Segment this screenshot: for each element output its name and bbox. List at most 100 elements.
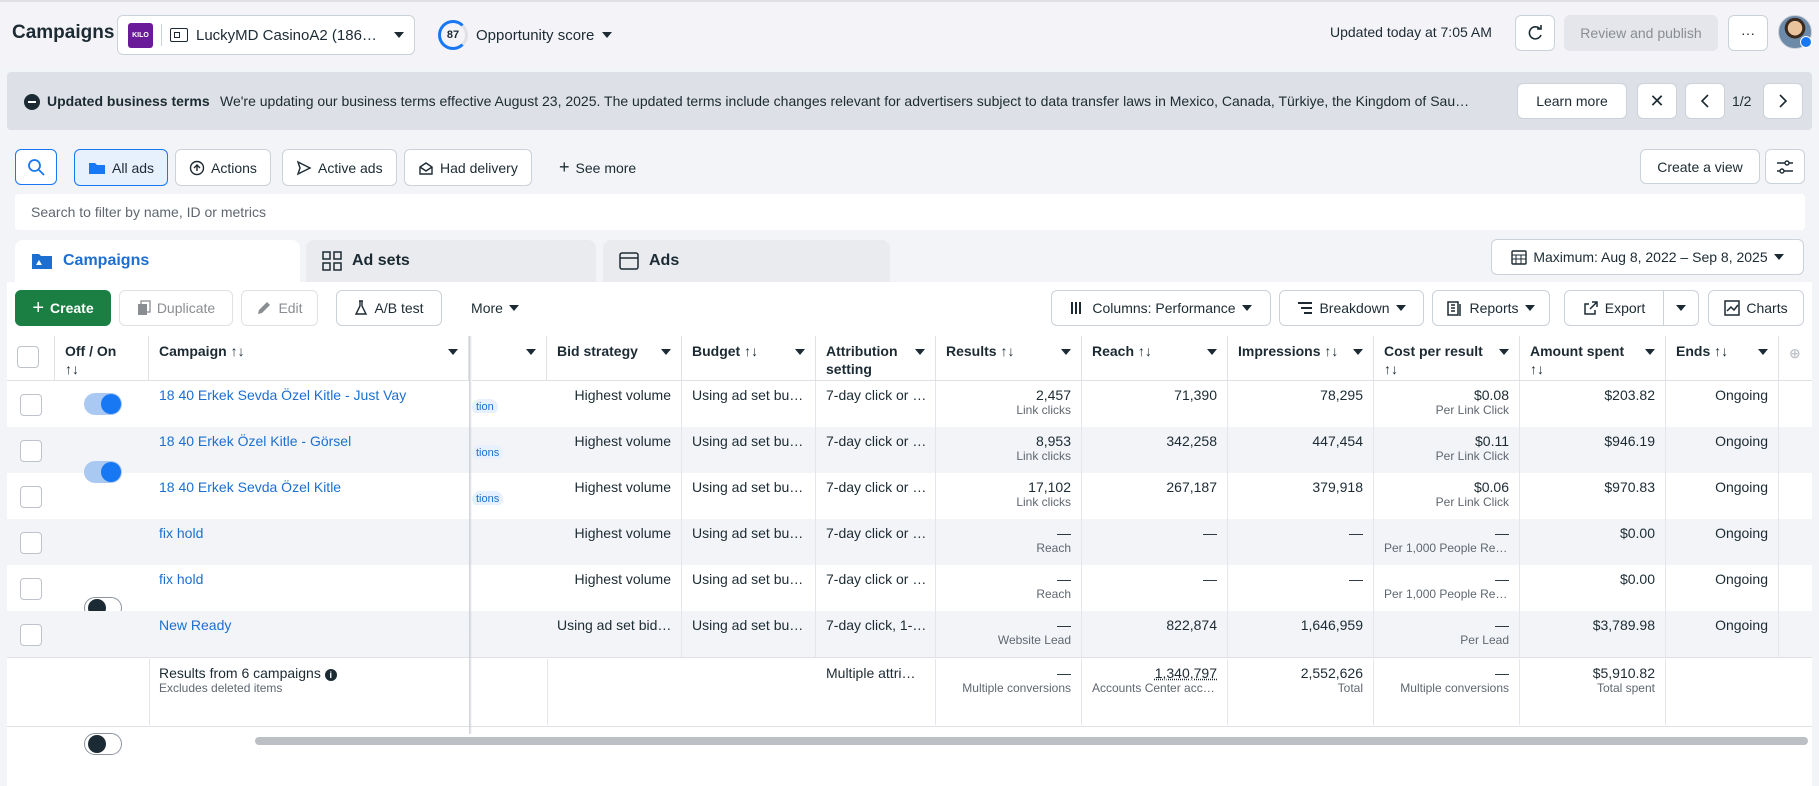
cell-value: Using ad set bid…	[557, 617, 672, 633]
cell-value: 2,457	[1035, 387, 1071, 403]
totals-attr: Multiple attri…	[816, 659, 936, 725]
review-publish-button[interactable]: Review and publish	[1564, 15, 1718, 51]
charts-button[interactable]: Charts	[1708, 290, 1804, 326]
totals-subtext: Total	[1337, 681, 1363, 695]
view-settings-button[interactable]	[1765, 149, 1805, 184]
cell-value: Using ad set bu…	[692, 525, 804, 541]
opportunity-score[interactable]: 87 Opportunity score	[438, 20, 613, 50]
more-actions-button[interactable]: More	[455, 290, 535, 326]
chevron-down-icon	[1353, 349, 1363, 355]
reports-selector[interactable]: Reports	[1432, 290, 1550, 326]
cell-attr: 7-day click or …	[816, 381, 936, 427]
filter-actions[interactable]: Actions	[175, 149, 271, 186]
totals-subtext: Accounts Center acco…	[1092, 681, 1217, 695]
refresh-button[interactable]	[1515, 15, 1555, 51]
tab-campaigns[interactable]: Campaigns	[15, 240, 300, 282]
tab-ad-sets[interactable]: Ad sets	[306, 240, 596, 282]
horizontal-scrollbar[interactable]	[255, 737, 1808, 745]
campaign-name-link[interactable]: New Ready	[149, 611, 469, 639]
sort-icon: ↑↓	[1384, 361, 1398, 377]
notice-pager: 1/2	[1732, 93, 1752, 109]
cell-cpr: — Per 1,000 People Rea…	[1374, 565, 1520, 611]
cell-cpr: — Per Lead	[1374, 611, 1520, 657]
learn-more-button[interactable]: Learn more	[1517, 83, 1627, 119]
create-view-button[interactable]: Create a view	[1640, 149, 1760, 184]
cell-value: Highest volume	[574, 433, 672, 449]
row-checkbox[interactable]	[20, 440, 42, 462]
search-input[interactable]: Search to filter by name, ID or metrics	[15, 194, 1805, 230]
header-amount-spent[interactable]: Amount spent ↑↓	[1520, 336, 1666, 381]
frozen-column-shadow	[469, 336, 472, 734]
cell-bid: Highest volume	[547, 565, 682, 611]
ab-test-button[interactable]: A/B test	[336, 290, 442, 326]
export-dropdown-button[interactable]	[1663, 290, 1699, 326]
edit-button[interactable]: Edit	[241, 290, 318, 326]
filter-all-ads[interactable]: All ads	[74, 149, 169, 186]
cell-ends: Ongoing	[1666, 611, 1779, 657]
close-banner-button[interactable]: ✕	[1637, 83, 1677, 119]
see-more-button[interactable]: + See more	[545, 149, 650, 186]
header-add-column[interactable]: ⊕	[1779, 336, 1812, 381]
create-label: Create	[50, 300, 94, 316]
campaign-name-link[interactable]: fix hold	[149, 519, 469, 547]
filter-label: See more	[575, 159, 637, 176]
campaign-toggle[interactable]	[84, 393, 122, 415]
header-impressions[interactable]: Impressions ↑↓	[1228, 336, 1374, 381]
search-button[interactable]	[15, 149, 57, 185]
header-delivery-partial[interactable]	[472, 336, 547, 381]
previous-notice-button[interactable]	[1685, 83, 1725, 119]
row-checkbox[interactable]	[20, 486, 42, 508]
cell-results: — Reach	[936, 565, 1082, 611]
row-checkbox[interactable]	[20, 532, 42, 554]
header-campaign[interactable]: Campaign ↑↓	[149, 336, 469, 381]
more-options-button[interactable]: ···	[1728, 15, 1768, 51]
next-notice-button[interactable]	[1763, 83, 1803, 119]
header-results[interactable]: Results ↑↓	[936, 336, 1082, 381]
header-bid-strategy[interactable]: Bid strategy	[547, 336, 682, 381]
duplicate-button[interactable]: Duplicate	[119, 290, 233, 326]
header-label: Ends	[1676, 343, 1711, 359]
edit-label: Edit	[278, 300, 303, 316]
sort-icon: ↑↓	[230, 343, 245, 359]
banner-text: We're updating our business terms effect…	[220, 93, 1470, 109]
columns-selector[interactable]: Columns: Performance	[1051, 290, 1271, 326]
export-button[interactable]: Export	[1564, 290, 1664, 326]
header-reach[interactable]: Reach ↑↓	[1082, 336, 1228, 381]
select-all-checkbox[interactable]	[17, 346, 39, 368]
cell-impressions: 78,295	[1228, 381, 1374, 427]
chevron-left-icon	[1700, 94, 1709, 108]
header-off-on[interactable]: Off / On ↑↓	[55, 336, 149, 381]
row-checkbox[interactable]	[20, 624, 42, 646]
chevron-down-icon	[1758, 349, 1768, 355]
campaign-name-link[interactable]: 18 40 Erkek Sevda Özel Kitle	[149, 473, 469, 501]
campaign-name-link[interactable]: 18 40 Erkek Özel Kitle - Görsel	[149, 427, 469, 455]
header-budget[interactable]: Budget ↑↓	[682, 336, 816, 381]
header-ends[interactable]: Ends ↑↓	[1666, 336, 1779, 381]
filter-active-ads[interactable]: Active ads	[282, 149, 397, 186]
breakdown-selector[interactable]: Breakdown	[1279, 290, 1424, 326]
account-logo: KILO	[128, 22, 153, 48]
campaign-name-link[interactable]: fix hold	[149, 565, 469, 593]
header-label: Off / On	[65, 343, 117, 359]
header-attribution[interactable]: Attribution setting	[816, 336, 936, 381]
date-range-selector[interactable]: Maximum: Aug 8, 2022 – Sep 8, 2025	[1491, 239, 1804, 275]
row-checkbox[interactable]	[20, 394, 42, 416]
tab-ads[interactable]: Ads	[603, 240, 890, 282]
info-icon[interactable]: i	[324, 669, 337, 681]
cell-value: —	[1349, 525, 1363, 541]
campaign-toggle[interactable]	[84, 733, 122, 755]
header-cost-per-result[interactable]: Cost per result ↑↓	[1374, 336, 1520, 381]
cell-budget: Using ad set bu…	[682, 473, 816, 519]
filter-had-delivery[interactable]: Had delivery	[404, 149, 532, 186]
create-button[interactable]: + Create	[15, 290, 111, 326]
cell-subtext: Reach	[1036, 541, 1071, 555]
cell-reach: 267,187	[1082, 473, 1228, 519]
filter-label: Actions	[211, 159, 257, 176]
account-selector[interactable]: KILO LuckyMD CasinoA2 (186…	[117, 15, 415, 55]
chevron-down-icon	[1499, 349, 1509, 355]
cell-value: —	[1057, 617, 1071, 633]
campaign-name-link[interactable]: 18 40 Erkek Sevda Özel Kitle - Just Vay	[149, 381, 469, 409]
cell-value: 447,454	[1312, 433, 1363, 449]
row-checkbox[interactable]	[20, 578, 42, 600]
cell-ends: Ongoing	[1666, 427, 1779, 473]
